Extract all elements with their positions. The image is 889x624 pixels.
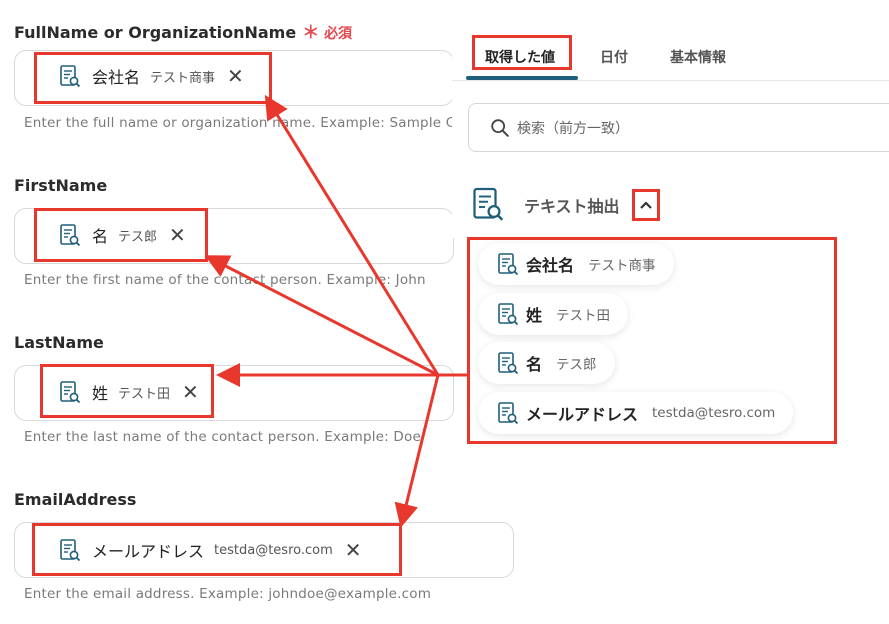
field-label-text: FullName or OrganizationName — [14, 23, 297, 42]
tab-date[interactable]: 日付 — [600, 47, 628, 67]
highlight-box — [32, 523, 402, 576]
field-help-text: Enter the first name of the contact pers… — [24, 272, 426, 288]
active-tab-indicator — [466, 76, 578, 80]
highlight-box — [40, 364, 214, 418]
field-help-text: Enter the full name or organization name… — [24, 115, 456, 131]
chevron-up-icon — [640, 201, 652, 209]
tab-basic-info[interactable]: 基本情報 — [670, 47, 726, 67]
group-title: テキスト抽出 — [524, 197, 620, 216]
field-help-text: Enter the last name of the contact perso… — [24, 429, 421, 445]
required-text: 必須 — [324, 26, 353, 42]
search-icon — [491, 118, 509, 137]
required-star: ＊ — [302, 23, 320, 43]
highlight-box — [34, 208, 208, 262]
required-indicator: ＊ 必須 — [302, 23, 353, 43]
highlight-box — [467, 237, 837, 444]
field-label-email: EmailAddress — [14, 490, 137, 509]
highlight-box — [34, 52, 272, 104]
field-label-fullname: FullName or OrganizationName ＊ 必須 — [14, 18, 352, 43]
search-input[interactable]: 検索（前方一致） — [468, 103, 889, 152]
field-label-lastname: LastName — [14, 333, 104, 352]
field-label-firstname: FirstName — [14, 176, 108, 195]
field-help-text: Enter the email address. Example: johndo… — [24, 586, 432, 602]
collapse-button[interactable] — [632, 189, 660, 221]
search-placeholder: 検索（前方一致） — [517, 120, 629, 137]
highlight-box — [472, 35, 572, 70]
document-search-icon — [473, 187, 504, 221]
tabs-divider — [452, 80, 889, 81]
